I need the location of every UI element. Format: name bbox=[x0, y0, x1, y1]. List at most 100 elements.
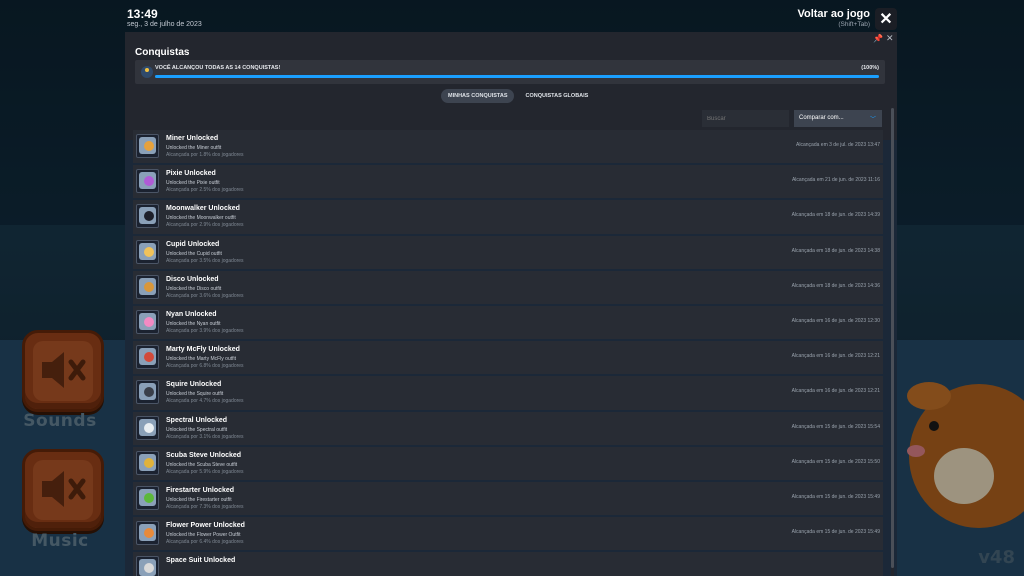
achievement-rarity: Alcançada por 6.4% dos jogadores bbox=[166, 539, 244, 546]
achievement-row[interactable]: Miner Unlocked Unlocked the Miner outfit A… bbox=[133, 130, 883, 164]
achievement-row[interactable]: Pixie Unlocked Unlocked the Pixie outfit A… bbox=[133, 165, 883, 199]
summary-percent: (100%) bbox=[861, 65, 879, 71]
achievement-rarity: Alcançada por 4.7% dos jogadores bbox=[166, 398, 244, 405]
compare-label: Comparar com... bbox=[799, 115, 844, 121]
tab-my-achievements[interactable]: MINHAS CONQUISTAS bbox=[441, 89, 515, 103]
progress-fill bbox=[155, 75, 879, 78]
achievement-unlock-date: Alcançada em 18 de jun. de 2023 14:39 bbox=[791, 212, 880, 219]
achievement-description: Unlocked the Spectral outfit bbox=[166, 426, 228, 433]
achievement-unlock-date: Alcançada em 15 de jun. de 2023 15:49 bbox=[791, 493, 880, 500]
achievement-rarity: Alcançada por 1.8% dos jogadores bbox=[166, 152, 244, 158]
achievement-row[interactable]: Space Suit Unlocked bbox=[133, 552, 883, 576]
scrollbar-thumb[interactable] bbox=[891, 108, 894, 568]
achievement-name: Scuba Steve Unlocked bbox=[166, 451, 242, 459]
achievement-row[interactable]: Nyan Unlocked Unlocked the Nyan outfit Alc… bbox=[133, 305, 883, 340]
achievement-icon bbox=[136, 134, 159, 158]
achievement-rarity: Alcançada por 5.9% dos jogadores bbox=[166, 468, 244, 475]
achievement-name: Firestarter Unlocked bbox=[166, 486, 235, 494]
achievement-row[interactable]: Cupid Unlocked Unlocked the Cupid outfit A… bbox=[133, 235, 883, 269]
achievement-unlock-date: Alcançada em 15 de jun. de 2023 15:50 bbox=[791, 458, 880, 465]
tab-global-achievements[interactable]: CONQUISTAS GLOBAIS bbox=[518, 89, 595, 103]
progress-bar bbox=[155, 75, 879, 78]
achievement-description: Unlocked the Marty McFly outfit bbox=[166, 356, 237, 363]
clock: 13:49 bbox=[127, 7, 158, 21]
return-shortcut: (Shift+Tab) bbox=[838, 21, 870, 28]
achievement-unlock-date: Alcançada em 16 de jun. de 2023 12:30 bbox=[791, 317, 880, 324]
achievement-icon bbox=[136, 204, 159, 229]
close-icon: ✕ bbox=[879, 11, 893, 28]
achievement-row[interactable]: Firestarter Unlocked Unlocked the Firesta… bbox=[133, 481, 883, 516]
achievements-panel: 📌 ✕ Conquistas VOCÊ ALCANÇOU TODAS AS 14… bbox=[125, 32, 897, 576]
achievement-description: Unlocked the Nyan outfit bbox=[166, 320, 221, 327]
achievement-row[interactable]: Squire Unlocked Unlocked the Squire outfi… bbox=[133, 376, 883, 410]
achievement-name: Squire Unlocked bbox=[166, 381, 222, 389]
achievement-rarity: Alcançada por 3.1% dos jogadores bbox=[166, 433, 244, 440]
achievement-name: Cupid Unlocked bbox=[166, 240, 220, 248]
trophy-icon bbox=[141, 66, 153, 78]
achievement-rarity: Alcançada por 6.8% dos jogadores bbox=[166, 363, 244, 370]
achievement-icon bbox=[136, 309, 159, 334]
achievement-icon bbox=[136, 169, 159, 194]
achievement-name: Moonwalker Unlocked bbox=[166, 205, 240, 213]
achievement-name: Spectral Unlocked bbox=[166, 416, 228, 424]
achievement-unlock-date: Alcançada em 16 de jun. de 2023 12:21 bbox=[791, 388, 880, 395]
page-title: Conquistas bbox=[135, 47, 190, 58]
achievement-rarity: Alcançada por 3.9% dos jogadores bbox=[166, 327, 244, 334]
achievement-name: Marty McFly Unlocked bbox=[166, 346, 240, 354]
achievement-name: Flower Power Unlocked bbox=[166, 522, 245, 530]
achievement-icon bbox=[136, 556, 159, 576]
achievement-icon bbox=[136, 485, 159, 510]
achievement-rarity: Alcançada por 3.5% dos jogadores bbox=[166, 257, 244, 264]
achievement-unlock-date: Alcançada em 3 de jul. de 2023 13:47 bbox=[796, 142, 880, 148]
achievement-description: Unlocked the Cupid outfit bbox=[166, 250, 222, 257]
achievement-description: Unlocked the Pixie outfit bbox=[166, 180, 220, 187]
achievement-icon bbox=[136, 380, 159, 405]
achievement-icon bbox=[136, 450, 159, 475]
achievement-name: Miner Unlocked bbox=[166, 135, 219, 142]
achievement-icon bbox=[136, 415, 159, 440]
achievement-rarity: Alcançada por 3.6% dos jogadores bbox=[166, 292, 244, 299]
close-overlay-button[interactable]: ✕ bbox=[875, 8, 897, 30]
achievement-unlock-date: Alcançada em 18 de jun. de 2023 14:36 bbox=[791, 282, 880, 289]
scrollbar[interactable] bbox=[891, 108, 894, 576]
achievement-icon bbox=[136, 274, 159, 299]
achievement-description: Unlocked the Moonwalker outfit bbox=[166, 215, 236, 222]
tab-bar: MINHAS CONQUISTAS CONQUISTAS GLOBAIS bbox=[441, 89, 595, 103]
achievement-unlock-date: Alcançada em 18 de jun. de 2023 14:38 bbox=[791, 247, 880, 254]
achievement-row[interactable]: Spectral Unlocked Unlocked the Spectral o… bbox=[133, 411, 883, 445]
pin-icon[interactable]: 📌 bbox=[873, 34, 883, 43]
achievement-description: Unlocked the Firestarter outfit bbox=[166, 496, 232, 503]
achievement-description: Unlocked the Scuba Steve outfit bbox=[166, 461, 238, 468]
chevron-down-icon: ﹀ bbox=[869, 117, 876, 123]
compare-dropdown[interactable]: Comparar com... ﹀ bbox=[794, 110, 882, 127]
achievement-rarity: Alcançada por 7.3% dos jogadores bbox=[166, 503, 244, 510]
close-icon[interactable]: ✕ bbox=[886, 33, 894, 44]
achievement-description: Unlocked the Miner outfit bbox=[166, 145, 222, 151]
achievement-unlock-date: Alcançada em 15 de jun. de 2023 15:54 bbox=[791, 423, 880, 430]
achievement-summary: VOCÊ ALCANÇOU TODAS AS 14 CONQUISTAS! (1… bbox=[135, 60, 885, 84]
achievement-name: Disco Unlocked bbox=[166, 275, 219, 283]
achievement-row[interactable]: Moonwalker Unlocked Unlocked the Moonwalk… bbox=[133, 200, 883, 234]
achievement-description: Unlocked the Flower Power Outfit bbox=[166, 532, 241, 539]
date: seg., 3 de julho de 2023 bbox=[127, 21, 202, 28]
search-input[interactable] bbox=[702, 110, 789, 127]
achievement-description: Unlocked the Squire outfit bbox=[166, 391, 224, 398]
achievement-rarity: Alcançada por 2.9% dos jogadores bbox=[166, 222, 244, 229]
return-to-game-label[interactable]: Voltar ao jogo bbox=[797, 8, 870, 20]
achievement-row[interactable]: Disco Unlocked Unlocked the Disco outfit A… bbox=[133, 270, 883, 304]
achievement-name: Space Suit Unlocked bbox=[166, 557, 236, 565]
achievement-rarity: Alcançada por 2.5% dos jogadores bbox=[166, 187, 244, 194]
achievement-unlock-date: Alcançada em 16 de jun. de 2023 12:21 bbox=[791, 353, 880, 360]
achievement-row[interactable]: Marty McFly Unlocked Unlocked the Marty M… bbox=[133, 341, 883, 375]
achievement-description: Unlocked the Disco outfit bbox=[166, 285, 222, 292]
achievement-name: Pixie Unlocked bbox=[166, 170, 216, 178]
achievement-icon bbox=[136, 345, 159, 370]
achievement-list: Miner Unlocked Unlocked the Miner outfit A… bbox=[133, 130, 883, 576]
achievement-name: Nyan Unlocked bbox=[166, 310, 217, 318]
achievement-unlock-date: Alcançada em 21 de jun. de 2023 11:16 bbox=[791, 177, 880, 184]
achievement-row[interactable]: Flower Power Unlocked Unlocked the Flower… bbox=[133, 517, 883, 551]
achievement-icon bbox=[136, 239, 159, 264]
achievement-row[interactable]: Scuba Steve Unlocked Unlocked the Scuba S… bbox=[133, 446, 883, 480]
achievement-unlock-date: Alcançada em 15 de jun. de 2023 15:49 bbox=[791, 529, 880, 536]
achievement-icon bbox=[136, 521, 159, 546]
